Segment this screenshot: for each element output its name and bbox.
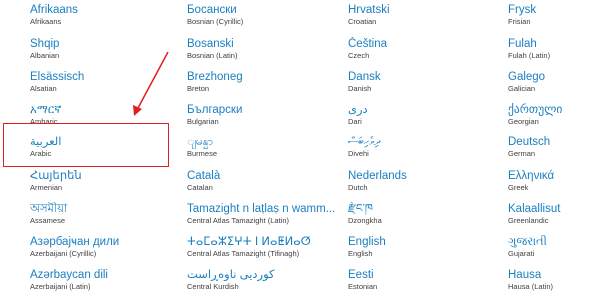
language-item-gujarati[interactable]: ગુજરાતી Gujarati [508,235,600,265]
language-item-breton[interactable]: Brezhoneg Breton [187,70,337,100]
language-item-danish[interactable]: Dansk Danish [348,70,498,100]
language-native-name: Босански [187,4,237,16]
language-native-name: Hausa [508,269,542,281]
language-item-croatian[interactable]: Hrvatski Croatian [348,3,498,33]
language-item-catalan[interactable]: Català Catalan [187,169,337,199]
language-item-dutch[interactable]: Nederlands Dutch [348,169,498,199]
language-english-name: Bulgarian [187,117,219,126]
language-item-fulah-latin[interactable]: Fulah Fulah (Latin) [508,37,600,67]
language-english-name: Burmese [187,149,218,158]
language-item-afrikaans[interactable]: Afrikaans Afrikaans [30,3,180,33]
language-native-name: ქართული [508,104,563,116]
language-english-name: Catalan [187,183,213,192]
language-item-central-atlas-tamazight-tifinagh[interactable]: ⵜⴰⵎⴰⵣⵉⵖⵜ ⵏ ⵍⴰⵟⵍⴰⵚ Central Atlas Tamazight… [187,235,337,265]
language-english-name: Central Atlas Tamazight (Latin) [187,216,289,225]
language-native-name: Frysk [508,4,537,16]
language-native-name: Deutsch [508,136,551,148]
language-english-name: Dzongkha [348,216,382,225]
language-item-estonian[interactable]: Eesti Estonian [348,268,498,298]
language-native-name: Shqip [30,38,60,50]
language-item-czech[interactable]: Čeština Czech [348,37,498,67]
language-native-name: Ελληνικά [508,170,555,182]
language-english-name: Fulah (Latin) [508,51,551,60]
language-item-azerbaijani-latin[interactable]: Azərbaycan dili Azerbaijani (Latin) [30,268,180,298]
language-native-name: Eesti [348,269,374,281]
language-native-name: Tamazight n laṭlaṣ n wamm... [187,203,336,215]
language-native-name: Bosanski [187,38,234,50]
language-item-galician[interactable]: Galego Galician [508,70,600,100]
language-native-name: دری [348,104,368,116]
language-english-name: Frisian [508,17,531,26]
language-native-name: Nederlands [348,170,407,182]
language-native-name: Galego [508,71,546,83]
language-english-name: Central Atlas Tamazight (Tifinagh) [187,249,300,258]
language-english-name: Greek [508,183,529,192]
language-english-name: Estonian [348,282,378,291]
language-item-dzongkha[interactable]: རྫོང་ཁ Dzongkha [348,202,498,232]
language-native-name: Kalaallisut [508,203,561,215]
language-item-central-kurdish[interactable]: کوردیی ناوەڕاست Central Kurdish [187,268,337,298]
language-item-greenlandic[interactable]: Kalaallisut Greenlandic [508,202,600,232]
language-native-name: অসমীয়া [30,203,68,215]
language-item-hausa-latin[interactable]: Hausa Hausa (Latin) [508,268,600,298]
language-english-name: Czech [348,51,370,60]
language-item-burmese[interactable]: ျမန္မာ Burmese [187,135,337,165]
language-native-name: کوردیی ناوەڕاست [187,269,275,281]
language-item-assamese[interactable]: অসমীয়া Assamese [30,202,180,232]
language-english-name: Azerbaijani (Cyrillic) [30,249,97,258]
language-english-name: English [348,249,373,258]
language-english-name: Breton [187,84,210,93]
language-item-greek[interactable]: Ελληνικά Greek [508,169,600,199]
language-english-name: Dutch [348,183,368,192]
language-english-name: Bosnian (Cyrillic) [187,17,244,26]
language-english-name: Central Kurdish [187,282,239,291]
language-native-name: Afrikaans [30,4,78,16]
language-english-name: Assamese [30,216,66,225]
language-english-name: Bosnian (Latin) [187,51,238,60]
language-native-name: Čeština [348,38,387,50]
language-item-central-atlas-tamazight-latin[interactable]: Tamazight n laṭlaṣ n wamm... Central Atla… [187,202,337,232]
language-native-name: Azərbaycan dili [30,269,108,281]
language-item-german[interactable]: Deutsch German [508,135,600,165]
language-native-name: ދިވެހިބަސް [348,136,381,148]
language-item-bulgarian[interactable]: Български Bulgarian [187,103,337,133]
language-native-name: ⵜⴰⵎⴰⵣⵉⵖⵜ ⵏ ⵍⴰⵟⵍⴰⵚ [187,236,311,248]
language-native-name: Български [187,104,243,116]
language-english-name: German [508,149,536,158]
annotation-arrow-icon [133,51,169,116]
language-english-name: Azerbaijani (Latin) [30,282,91,291]
language-native-name: ગુજરાતી [508,236,547,248]
language-item-dari[interactable]: دری Dari [348,103,498,133]
language-english-name: Hausa (Latin) [508,282,554,291]
language-english-name: Danish [348,84,372,93]
language-native-name: Հայերեն [30,170,82,182]
language-english-name: Galician [508,84,536,93]
language-item-divehi[interactable]: ދިވެހިބަސް Divehi [348,135,498,165]
language-item-georgian[interactable]: ქართული Georgian [508,103,600,133]
language-native-name: རྫོང་ཁ [348,203,373,215]
language-english-name: Greenlandic [508,216,549,225]
language-english-name: Armenian [30,183,63,192]
language-native-name: Català [187,170,221,182]
language-native-name: Hrvatski [348,4,390,16]
language-english-name: Georgian [508,117,539,126]
language-item-english[interactable]: English English [348,235,498,265]
language-english-name: Divehi [348,149,369,158]
language-item-frisian[interactable]: Frysk Frisian [508,3,600,33]
language-native-name: ျမန္မာ [187,136,214,148]
language-native-name: Dansk [348,71,381,83]
language-item-bosnian-cyrillic[interactable]: Босански Bosnian (Cyrillic) [187,3,337,33]
language-item-armenian[interactable]: Հայերեն Armenian [30,169,180,199]
language-english-name: Afrikaans [30,17,62,26]
language-english-name: Gujarati [508,249,535,258]
language-english-name: Croatian [348,17,377,26]
language-item-bosnian-latin[interactable]: Bosanski Bosnian (Latin) [187,37,337,67]
language-native-name: English [348,236,386,248]
language-native-name: Азәрбајҹан дили [30,236,120,248]
language-native-name: Fulah [508,38,537,50]
language-item-azerbaijani-cyrillic[interactable]: Азәрбајҹан дили Azerbaijani (Cyrillic) [30,235,180,265]
language-native-name: Brezhoneg [187,71,243,83]
language-english-name: Dari [348,117,362,126]
